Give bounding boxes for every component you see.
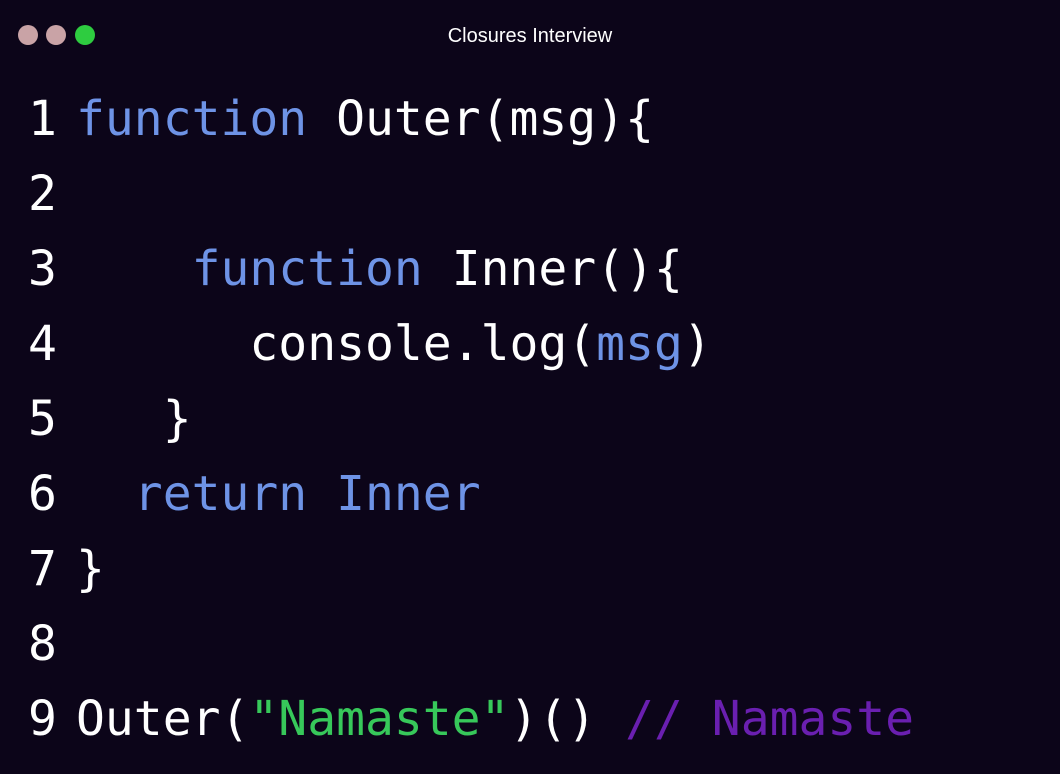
code-token: // Namaste — [625, 691, 915, 747]
line-number: 4 — [28, 316, 57, 372]
line-number: 8 — [28, 616, 57, 672]
code-token: ) — [682, 316, 712, 372]
code-line: 9 Outer("Namaste")() // Namaste — [0, 682, 1060, 757]
code-token: Outer( — [76, 691, 250, 747]
code-text[interactable]: function Outer(msg){ — [76, 82, 654, 157]
window-title: Closures Interview — [447, 25, 613, 47]
code-line: 6 return Inner — [0, 457, 1060, 532]
line-number: 1 — [28, 91, 57, 147]
code-line: 4 console.log(msg) — [0, 307, 1060, 382]
code-line: 2 — [0, 157, 1060, 232]
line-number: 5 — [28, 391, 57, 447]
code-line: 7} — [0, 532, 1060, 607]
code-token: Inner — [336, 466, 481, 522]
code-token: } — [76, 541, 105, 597]
code-text[interactable]: function Inner(){ — [76, 232, 683, 307]
code-text[interactable]: } — [76, 382, 192, 457]
code-line: 3 function Inner(){ — [0, 232, 1060, 307]
code-text[interactable]: return Inner — [76, 457, 481, 532]
code-token: "Namaste" — [249, 691, 510, 747]
code-token: return — [133, 466, 308, 522]
code-token: msg — [596, 316, 683, 372]
code-text[interactable]: console.log(msg) — [76, 307, 712, 382]
code-token: Inner(){ — [451, 241, 683, 297]
title-bar: Closures Interview — [0, 0, 1060, 72]
code-window: Closures Interview 1 function Outer(msg){… — [0, 0, 1060, 774]
code-line: 1 function Outer(msg){ — [0, 82, 1060, 157]
code-text[interactable]: } — [76, 532, 105, 607]
code-token: function — [191, 241, 423, 297]
code-editor: 1 function Outer(msg){ 2 3 function Inner()… — [0, 82, 1060, 757]
line-number: 9 — [28, 691, 57, 747]
code-token: )() — [509, 691, 597, 747]
code-token: Outer(msg){ — [336, 91, 654, 147]
code-token: console.log( — [249, 316, 597, 372]
code-line: 8 — [0, 607, 1060, 682]
line-number: 2 — [28, 166, 57, 222]
code-token: } — [162, 391, 192, 447]
line-number: 7 — [28, 541, 57, 597]
code-line: 5 } — [0, 382, 1060, 457]
code-token: function — [76, 91, 308, 147]
code-text[interactable]: Outer("Namaste")() // Namaste — [76, 682, 914, 757]
line-number: 3 — [28, 241, 57, 297]
line-number: 6 — [28, 466, 57, 522]
